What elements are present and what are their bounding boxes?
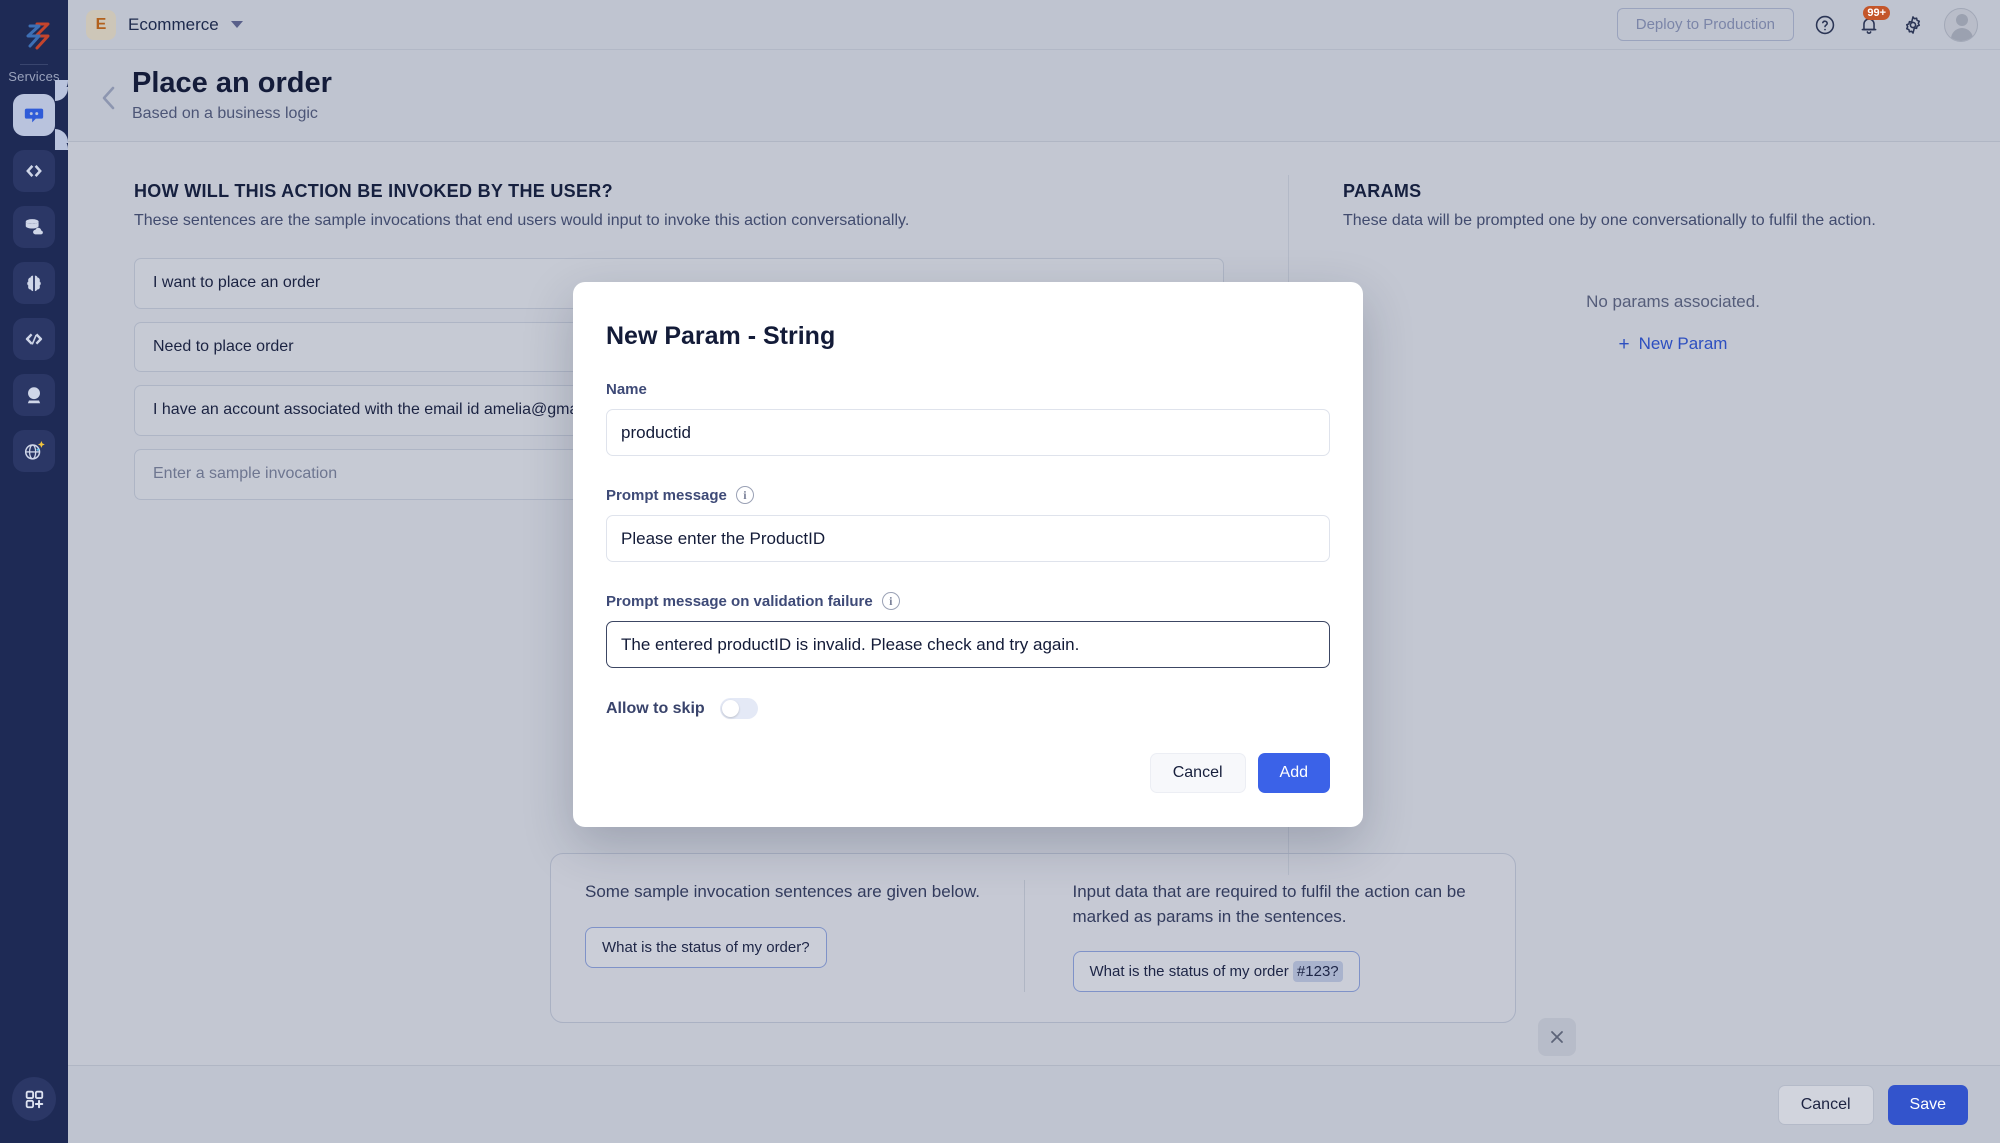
avatar[interactable] — [1944, 7, 1978, 42]
hint-right-chip-prefix: What is the status of my order — [1089, 963, 1293, 981]
top-bar-actions: Deploy to Production 99+ — [1616, 5, 1978, 42]
modal-add-button[interactable]: Add — [1257, 753, 1330, 793]
hint-left-text: Some sample invocation sentences are giv… — [585, 882, 981, 901]
validation-message-input[interactable]: The entered productID is invalid. Please… — [606, 621, 1330, 668]
validation-label: Prompt message on validation failure i — [606, 592, 1330, 610]
new-param-modal: New Param - String Name productid Prompt… — [573, 282, 1363, 827]
gear-icon[interactable] — [1900, 12, 1926, 38]
prompt-label: Prompt message i — [606, 486, 1330, 504]
plus-icon: + — [1618, 333, 1630, 355]
rail-services-label: Services — [8, 69, 60, 84]
validation-label-text: Prompt message on validation failure — [606, 592, 873, 610]
name-label-text: Name — [606, 381, 647, 398]
modal-cancel-button[interactable]: Cancel — [1149, 753, 1246, 793]
help-circle-icon[interactable] — [1812, 12, 1838, 38]
project-name: Ecommerce — [128, 14, 219, 34]
infinity-link-icon — [23, 328, 45, 350]
deploy-to-production-button[interactable]: Deploy to Production — [1616, 8, 1794, 41]
new-param-label: New Param — [1638, 334, 1728, 353]
top-bar: E Ecommerce Deploy to Production 99+ — [68, 0, 2000, 50]
validation-field-group: Prompt message on validation failure i T… — [606, 592, 1330, 668]
hint-right-chip-param: #123? — [1292, 961, 1343, 983]
globe-sparkle-icon — [22, 439, 46, 463]
project-initial-badge: E — [86, 9, 116, 40]
bottom-action-bar: Cancel Save — [68, 1065, 2000, 1143]
params-description: These data will be prompted one by one c… — [1343, 212, 1876, 229]
hint-column-right: Input data that are required to fulfil t… — [1023, 880, 1482, 993]
allow-to-skip-row: Allow to skip — [606, 698, 1330, 719]
params-empty-state: No params associated. + New Param — [1343, 292, 2000, 355]
invocations-description: These sentences are the sample invocatio… — [134, 212, 910, 229]
rail-item-global[interactable] — [13, 430, 55, 472]
prompt-message-input[interactable]: Please enter the ProductID — [606, 515, 1330, 562]
rail-item-insights[interactable] — [13, 374, 55, 416]
name-input[interactable]: productid — [606, 409, 1330, 456]
info-icon[interactable]: i — [735, 486, 754, 504]
rail-item-chat[interactable] — [13, 80, 68, 150]
prompt-label-text: Prompt message — [606, 486, 727, 504]
rail-item-datastore[interactable] — [13, 206, 55, 248]
crystal-ball-icon — [23, 384, 45, 406]
toggle-knob — [721, 700, 739, 717]
name-field-group: Name productid — [606, 381, 1330, 456]
rail-items — [0, 80, 68, 472]
hint-column-left: Some sample invocation sentences are giv… — [585, 880, 1024, 992]
info-icon[interactable]: i — [881, 592, 900, 610]
chevron-left-icon[interactable] — [94, 83, 124, 113]
page-title: Place an order — [132, 66, 332, 99]
chevron-down-icon — [230, 21, 243, 28]
allow-to-skip-toggle[interactable] — [719, 698, 758, 719]
save-button[interactable]: Save — [1887, 1084, 1968, 1125]
rail-item-integrations[interactable] — [13, 318, 55, 360]
rail-item-ai[interactable] — [13, 262, 55, 304]
brand-chevron-logo[interactable] — [12, 14, 56, 58]
cancel-button[interactable]: Cancel — [1777, 1084, 1874, 1125]
grid-plus-icon[interactable] — [12, 1077, 56, 1121]
left-rail: Services — [0, 0, 68, 1143]
prompt-field-group: Prompt message i Please enter the Produc… — [606, 486, 1330, 562]
modal-title: New Param - String — [606, 322, 836, 350]
hint-right-chip: What is the status of my order #123? — [1072, 951, 1360, 993]
rail-divider — [20, 64, 48, 65]
chat-bubble-icon — [23, 104, 45, 126]
page-subtitle: Based on a business logic — [132, 105, 318, 123]
params-empty-text: No params associated. — [1586, 292, 1760, 311]
allow-to-skip-label: Allow to skip — [606, 699, 705, 717]
params-section: PARAMS These data will be prompted one b… — [1343, 181, 2000, 355]
brain-icon — [23, 272, 45, 294]
hint-left-chip: What is the status of my order? — [585, 926, 827, 968]
database-cloud-icon — [23, 216, 45, 238]
modal-actions: Cancel Add — [606, 753, 1330, 793]
bell-icon[interactable]: 99+ — [1856, 5, 1890, 38]
new-param-button[interactable]: + New Param — [1619, 334, 1728, 354]
notifications-badge: 99+ — [1863, 5, 1890, 20]
hint-close-button[interactable] — [1538, 1018, 1576, 1056]
invocations-title: HOW WILL THIS ACTION BE INVOKED BY THE U… — [134, 181, 613, 201]
rail-bottom — [12, 1077, 56, 1121]
params-title: PARAMS — [1343, 181, 1422, 201]
code-brackets-icon — [23, 160, 45, 182]
project-switcher[interactable]: E Ecommerce — [86, 9, 243, 40]
hint-card: Some sample invocation sentences are giv… — [550, 853, 1516, 1024]
name-label: Name — [606, 381, 1330, 398]
rail-item-code[interactable] — [13, 150, 55, 192]
hint-right-text: Input data that are required to fulfil t… — [1072, 882, 1466, 926]
page-header: Place an order Based on a business logic — [68, 50, 2000, 142]
